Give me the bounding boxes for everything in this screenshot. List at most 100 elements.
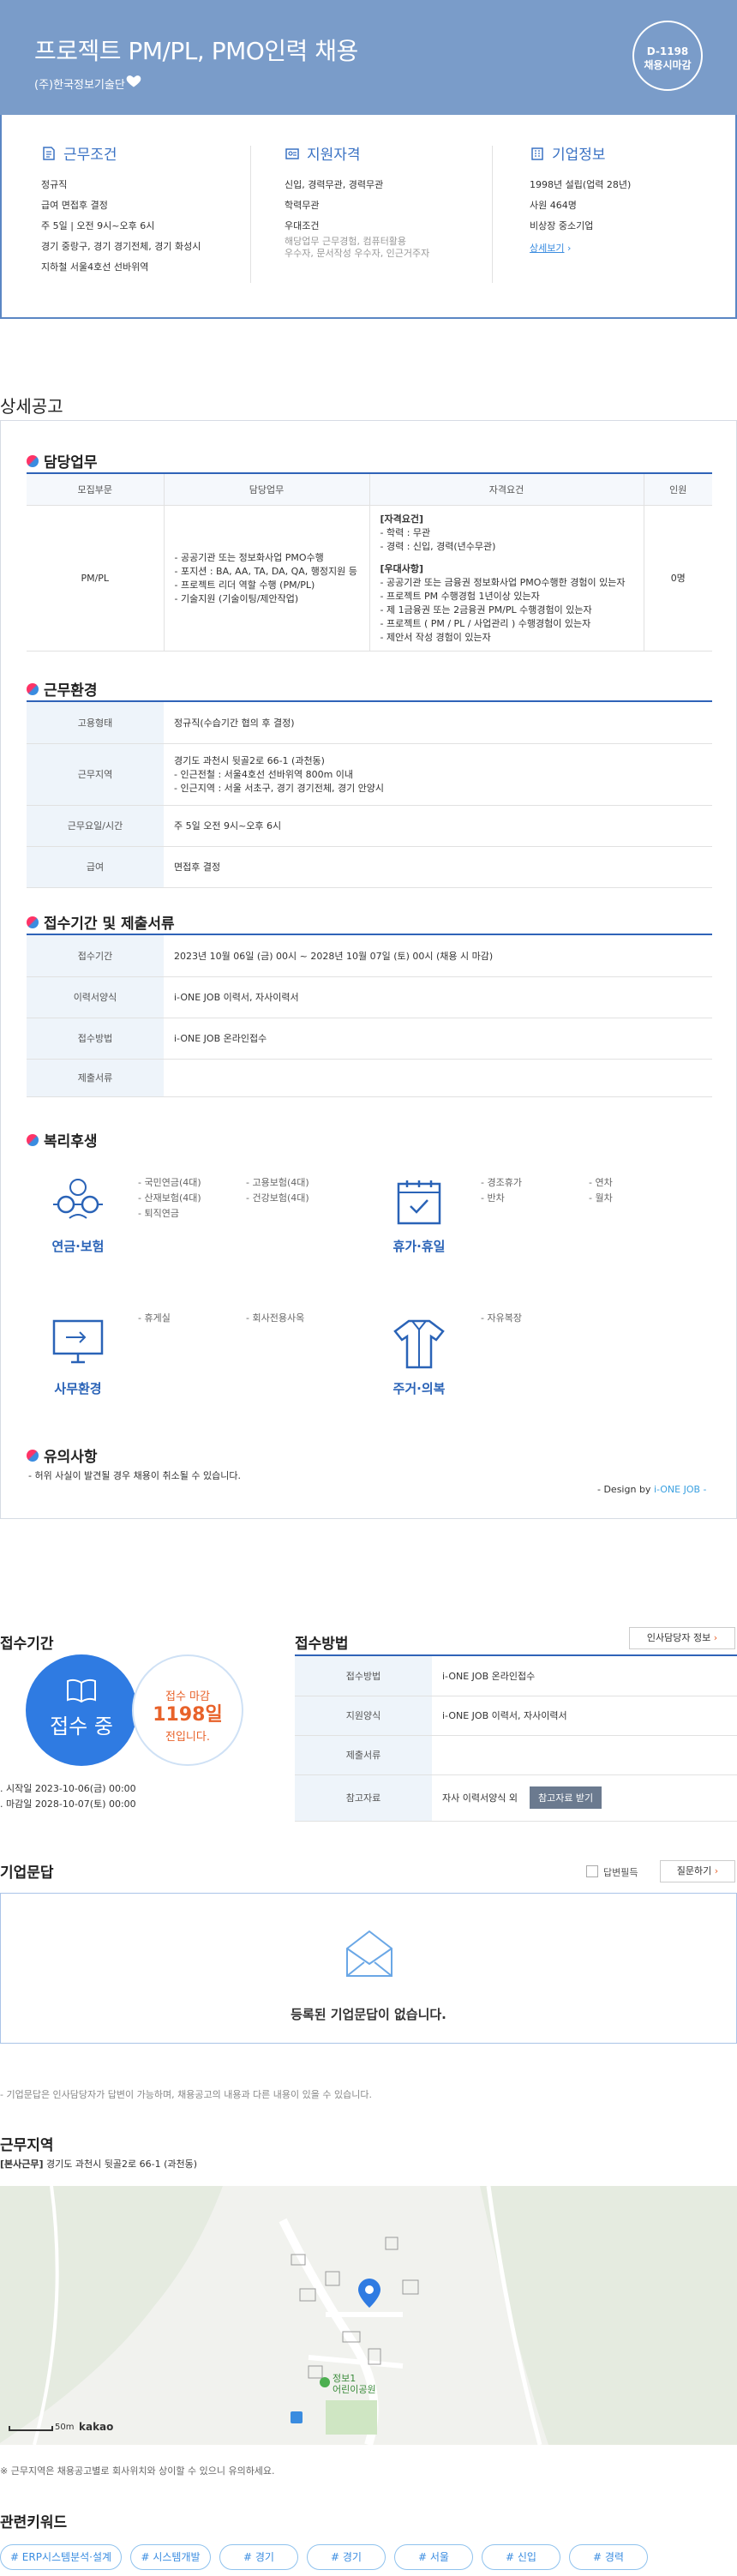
reference-text: 자사 이력서양식 외: [442, 1792, 518, 1804]
notice-text: - 허위 사실이 발견될 경우 채용이 취소될 수 있습니다.: [28, 1470, 241, 1481]
map-place-label: 정보1 어린이공원: [333, 2373, 376, 2395]
environment-table: 고용형태 정규직(수습기간 협의 후 결정) 근무지역 경기도 과천시 뒷골2로 6…: [27, 702, 712, 888]
welfare-heading-text: 복리후생: [44, 1133, 98, 1150]
duty-qualification: [자격요건] - 학력 : 무관 - 경력 : 신입, 경력(년수무관) [우대…: [368, 505, 644, 652]
table-row: 제출서류: [27, 1059, 712, 1097]
map-brand: kakao: [79, 2421, 114, 2433]
condition-item: 정규직: [41, 179, 68, 190]
period-start-text: 시작일 2023-10-06(금) 00:00: [6, 1783, 136, 1794]
table-row: PM/PL - 공공기관 또는 정보화사업 PMO수행 - 포지션 : BA, …: [27, 505, 712, 652]
row-label: 고용형태: [27, 702, 164, 744]
keyword-chip[interactable]: # 경기: [307, 2544, 386, 2570]
detail-box: 담당업무 모집부문 담당업무 자격요건 인원 PM/PL - 공공기관 또는 정…: [0, 420, 737, 1519]
preference-detail: 해당업무 근무경험, 컴퓨터활용: [285, 236, 407, 247]
duty-task: - 기술지원 (기술이팅/제안작업): [174, 593, 299, 604]
row-value: i-ONE JOB 이력서, 자사이력서: [432, 1696, 737, 1736]
duty-part: PM/PL: [27, 505, 164, 652]
row-value: 경기도 과천시 뒷골2로 66-1 (과천동) - 인근전철 : 서울4호선 선바…: [164, 743, 712, 806]
calendar-icon: [397, 1180, 441, 1225]
deadline-days: 1198일: [153, 1704, 223, 1726]
keyword-chip[interactable]: # 경력: [569, 2544, 648, 2570]
apply-heading: 접수기간 및 제출서류: [27, 911, 175, 933]
apply-heading-text: 접수기간 및 제출서류: [44, 916, 175, 933]
ask-question-button[interactable]: 질문하기 ›: [660, 1860, 735, 1882]
method-title: 접수방법: [295, 1636, 349, 1653]
period-start: . 시작일 2023-10-06(금) 00:00: [0, 1783, 136, 1794]
period-title: 접수기간: [0, 1636, 54, 1653]
company-info-item: 1998년 설립(업력 28년): [530, 179, 632, 190]
summary-box: 근무조건 정규직 급여 면접후 결정 주 5일 | 오전 9시~오후 6시 경기…: [0, 115, 737, 319]
row-value: [164, 1059, 712, 1097]
duty-heading: 담당업무: [27, 450, 98, 471]
qa-empty-box: 등록된 기업문답이 없습니다.: [0, 1893, 737, 2044]
shirt-icon: [393, 1319, 445, 1369]
conditions-title: 근무조건: [63, 147, 117, 164]
welfare-item: - 산재보험(4대): [138, 1192, 201, 1204]
chevron-right-icon: ›: [566, 243, 572, 254]
chevron-right-icon: ›: [714, 1865, 719, 1876]
table-row: 접수방법 i-ONE JOB 온라인접수: [27, 1018, 712, 1060]
keyword-chip[interactable]: # 경기: [219, 2544, 298, 2570]
row-label: 접수방법: [27, 1018, 164, 1060]
detail-title: 상세공고: [0, 396, 63, 417]
company-detail-link[interactable]: 상세보기: [530, 243, 564, 254]
location-map[interactable]: 정보1 어린이공원 50m kakao: [0, 2186, 737, 2445]
summary-qualification: 지원자격 신입, 경력무관, 경력무관 학력무관 우대조건 해당업무 근무경험,…: [285, 142, 499, 260]
pref-item: - 프로젝트 PM 수행경험 1년이상 있는자: [380, 591, 540, 602]
company-name[interactable]: (주)한국정보기술단: [34, 75, 125, 92]
keywords-title: 관련키워드: [0, 2514, 68, 2531]
keyword-chip[interactable]: # ERP시스템분석·설계: [0, 2544, 122, 2570]
row-label: 참고자료: [295, 1774, 432, 1822]
job-header: 프로젝트 PM/PL, PMO인력 채용 (주)한국정보기술단 D-1198 채…: [0, 0, 737, 115]
condition-item: 경기 중랑구, 경기 경기전체, 경기 화성시: [41, 241, 201, 252]
answer-required-checkbox[interactable]: [586, 1865, 598, 1877]
qual-item: - 경력 : 신입, 경력(년수무관): [380, 541, 496, 552]
qualification-title: 지원자격: [307, 147, 361, 164]
bullet-icon: [27, 454, 39, 467]
contact-info-button-label: 인사담당자 정보: [646, 1632, 711, 1643]
welfare-group-name: 연금·보험: [51, 1239, 105, 1254]
condition-item: 주 5일 | 오전 9시~오후 6시: [41, 220, 155, 231]
row-label: 급여: [27, 846, 164, 888]
deadline-circle: 접수 마감 1198일 전입니다.: [132, 1654, 243, 1766]
document-icon: [43, 146, 55, 160]
pref-item: - 제 1금융권 또는 2금융권 PM/PL 수행경험이 있는자: [380, 604, 592, 615]
row-label: 제출서류: [295, 1735, 432, 1775]
keyword-chip[interactable]: # 서울: [394, 2544, 473, 2570]
condition-item: 지하철 서울4호선 선바위역: [41, 261, 149, 273]
qa-empty-text: 등록된 기업문답이 없습니다.: [291, 2007, 446, 2022]
row-value: i-ONE JOB 온라인접수: [432, 1656, 737, 1696]
qa-title: 기업문답: [0, 1864, 54, 1882]
method-table: 접수방법 i-ONE JOB 온라인접수 지원양식 i-ONE JOB 이력서, 자…: [295, 1656, 737, 1822]
keyword-chip[interactable]: # 시스템개발: [130, 2544, 211, 2570]
welfare-group-name: 사무환경: [54, 1381, 102, 1396]
contact-info-button[interactable]: 인사담당자 정보 ›: [629, 1627, 735, 1649]
welfare-group-name: 주거·의복: [392, 1381, 446, 1396]
bullet-icon: [27, 916, 39, 928]
bus-stop-icon: [291, 2411, 303, 2423]
column-header: 자격요건: [368, 474, 644, 506]
apply-table: 접수기간 2023년 10월 06일 (금) 00시 ~ 2028년 10월 07…: [27, 935, 712, 1097]
welfare-item: - 월차: [589, 1192, 613, 1204]
heart-icon[interactable]: [125, 72, 142, 89]
reference-download-button[interactable]: 참고자료 받기: [529, 1786, 602, 1809]
table-row: 지원양식 i-ONE JOB 이력서, 자사이력서: [295, 1696, 737, 1736]
receive-status-circle: 접수 중: [26, 1654, 137, 1766]
map-background: [0, 2186, 737, 2445]
deadline-label: 접수 마감: [165, 1690, 210, 1703]
duty-task: - 공공기관 또는 정보화사업 PMO수행: [174, 552, 324, 563]
divider: [250, 146, 251, 283]
row-value: i-ONE JOB 이력서, 자사이력서: [164, 976, 712, 1018]
map-scale-bar: [9, 2426, 53, 2431]
notice-heading-text: 유의사항: [44, 1449, 98, 1466]
row-value: i-ONE JOB 온라인접수: [164, 1018, 712, 1060]
bullet-icon: [27, 1133, 39, 1146]
design-by-brand[interactable]: i-ONE JOB -: [654, 1484, 707, 1495]
duty-task: - 포지션 : BA, AA, TA, DA, QA, 행정지원 등: [174, 566, 357, 577]
notice-heading: 유의사항: [27, 1444, 98, 1466]
keyword-chip[interactable]: # 신입: [482, 2544, 560, 2570]
welfare-item: - 경조휴가: [481, 1177, 522, 1188]
company-info-item: 사원 464명: [530, 200, 577, 211]
environment-heading: 근무환경: [27, 678, 98, 700]
location-address-text: 경기도 과천시 뒷골2로 66-1 (과천동): [46, 2159, 198, 2170]
